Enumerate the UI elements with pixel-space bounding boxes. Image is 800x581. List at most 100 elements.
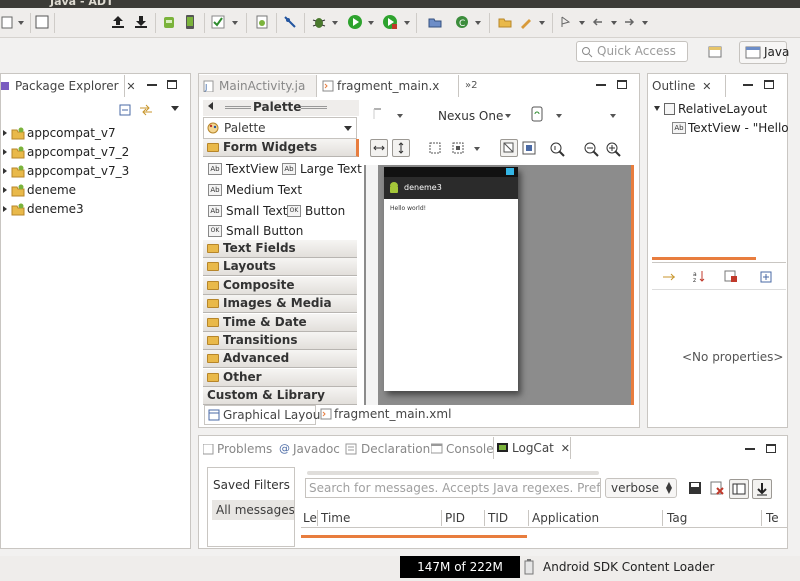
forward-icon[interactable]: [621, 14, 637, 30]
layout-canvas[interactable]: deneme3 Hello world!: [364, 165, 634, 405]
gravity-dropdown-icon[interactable]: [474, 147, 480, 151]
run-dropdown-icon[interactable]: [368, 21, 374, 25]
editor-tab-mainactivity[interactable]: J MainActivity.ja: [199, 75, 317, 97]
tab-problems[interactable]: Problems: [203, 438, 272, 460]
palette-category[interactable]: Composite: [203, 277, 357, 295]
new-dropdown-icon[interactable]: [18, 21, 24, 25]
annotation-dropdown-icon[interactable]: [579, 21, 585, 25]
annotation-icon[interactable]: [558, 14, 574, 30]
external-tools-dropdown-icon[interactable]: [404, 21, 410, 25]
tree-item-project[interactable]: deneme: [1, 181, 191, 199]
theme-dropdown-icon[interactable]: [556, 114, 562, 118]
debug-icon[interactable]: [311, 14, 327, 30]
tab-graphical-layout[interactable]: Graphical Layout: [204, 405, 325, 425]
package-explorer-tab[interactable]: Package Explorer ✕: [1, 75, 136, 97]
sort-categories-icon[interactable]: [662, 271, 676, 283]
outline-item-relativelayout[interactable]: RelativeLayout: [654, 100, 767, 118]
toggle-filters-icon[interactable]: [729, 479, 749, 499]
filter-all-messages[interactable]: All messages (: [212, 500, 294, 520]
expand-icon[interactable]: [3, 149, 7, 155]
column-application[interactable]: Application: [532, 508, 599, 528]
zoom-to-fit-icon[interactable]: [522, 141, 536, 155]
expand-icon[interactable]: [3, 206, 7, 212]
view-menu-icon[interactable]: [171, 106, 179, 111]
maximize-icon[interactable]: [617, 80, 627, 89]
emulate-real-size-icon[interactable]: [500, 139, 518, 157]
rotate-device-icon[interactable]: [530, 106, 544, 122]
toggle-fill-height-icon[interactable]: [392, 139, 410, 157]
maximize-icon[interactable]: [766, 444, 776, 453]
link-with-editor-icon[interactable]: [139, 104, 153, 116]
close-icon[interactable]: ✕: [126, 80, 135, 93]
palette-category[interactable]: Images & Media: [203, 295, 357, 313]
new-java-project-icon[interactable]: [427, 14, 443, 30]
save-log-icon[interactable]: [688, 481, 702, 495]
device-dropdown-icon[interactable]: [505, 114, 511, 118]
avd-manager-icon[interactable]: [182, 14, 198, 30]
configuration-dropdown-icon[interactable]: [397, 114, 403, 118]
download-icon[interactable]: [133, 14, 149, 30]
palette-selector[interactable]: Palette: [203, 117, 357, 139]
column-text[interactable]: Te: [766, 508, 786, 528]
tab-console[interactable]: Console: [431, 438, 494, 460]
outline-tab[interactable]: Outline ✕: [648, 75, 726, 97]
logcat-horizontal-scrollbar[interactable]: [307, 471, 599, 475]
back-icon[interactable]: [590, 14, 606, 30]
android-sdk-manager-icon[interactable]: [161, 14, 177, 30]
column-tid[interactable]: TID: [488, 508, 508, 528]
outline-item-textview[interactable]: Ab TextView - "Hello w: [672, 119, 788, 137]
collapse-palette-icon[interactable]: [208, 102, 213, 110]
external-tools-icon[interactable]: [382, 14, 398, 30]
quick-access-input[interactable]: Quick Access: [576, 41, 688, 62]
activity-dropdown-icon[interactable]: [610, 114, 616, 118]
palette-item-large-text[interactable]: Ab Large Text: [282, 160, 362, 178]
palette-item-button[interactable]: OK Button: [287, 202, 345, 220]
lint-check-icon[interactable]: [210, 14, 226, 30]
expand-icon[interactable]: [3, 168, 7, 174]
tree-item-project[interactable]: appcompat_v7: [1, 124, 191, 142]
forward-dropdown-icon[interactable]: [642, 21, 648, 25]
expand-all-icon[interactable]: [760, 271, 772, 283]
upload-icon[interactable]: [110, 14, 126, 30]
configuration-icon[interactable]: [372, 107, 386, 121]
tree-item-project[interactable]: appcompat_v7_3: [1, 162, 191, 180]
tree-item-project[interactable]: deneme3: [1, 200, 191, 218]
garbage-collect-icon[interactable]: [524, 559, 534, 575]
back-dropdown-icon[interactable]: [611, 21, 617, 25]
column-tag[interactable]: Tag: [667, 508, 687, 528]
zoom-out-icon[interactable]: [583, 141, 599, 157]
editor-tab-fragment-main[interactable]: fragment_main.x: [319, 75, 459, 97]
palette-category[interactable]: Other: [203, 369, 357, 387]
debug-dropdown-icon[interactable]: [332, 21, 338, 25]
palette-category[interactable]: Time & Date: [203, 314, 357, 332]
palette-item-small-text[interactable]: Ab Small Text: [208, 202, 287, 220]
collapse-all-icon[interactable]: [119, 104, 131, 116]
column-pid[interactable]: PID: [445, 508, 465, 528]
open-perspective-icon[interactable]: [707, 44, 723, 60]
palette-category-form-widgets[interactable]: Form Widgets: [203, 139, 359, 157]
minimize-icon[interactable]: [596, 84, 606, 86]
lint-dropdown-icon[interactable]: [232, 21, 238, 25]
column-time[interactable]: Time: [321, 508, 350, 528]
minimize-icon[interactable]: [147, 84, 157, 86]
run-icon[interactable]: [347, 14, 363, 30]
new-class-dropdown-icon[interactable]: [475, 21, 481, 25]
margins-icon[interactable]: [428, 141, 442, 155]
show-advanced-icon[interactable]: [724, 269, 738, 283]
collapse-icon[interactable]: [654, 106, 660, 111]
new-icon[interactable]: [0, 14, 16, 30]
zoom-actual-size-icon[interactable]: [549, 141, 565, 157]
heap-status[interactable]: 147M of 222M: [400, 556, 520, 578]
new-class-icon[interactable]: C: [454, 14, 470, 30]
palette-category[interactable]: Layouts: [203, 258, 357, 276]
minimize-icon[interactable]: [743, 84, 753, 86]
search-dropdown-icon[interactable]: [539, 21, 545, 25]
clear-log-icon[interactable]: [710, 481, 724, 495]
skip-breakpoints-icon[interactable]: [282, 14, 298, 30]
open-type-icon[interactable]: [497, 14, 513, 30]
expand-icon[interactable]: [3, 187, 7, 193]
new-android-project-icon[interactable]: [254, 14, 270, 30]
palette-category[interactable]: Text Fields: [203, 240, 357, 258]
tab-declaration[interactable]: Declaration: [345, 438, 430, 460]
tab-fragment-main-xml[interactable]: fragment_main.xml: [318, 405, 451, 425]
